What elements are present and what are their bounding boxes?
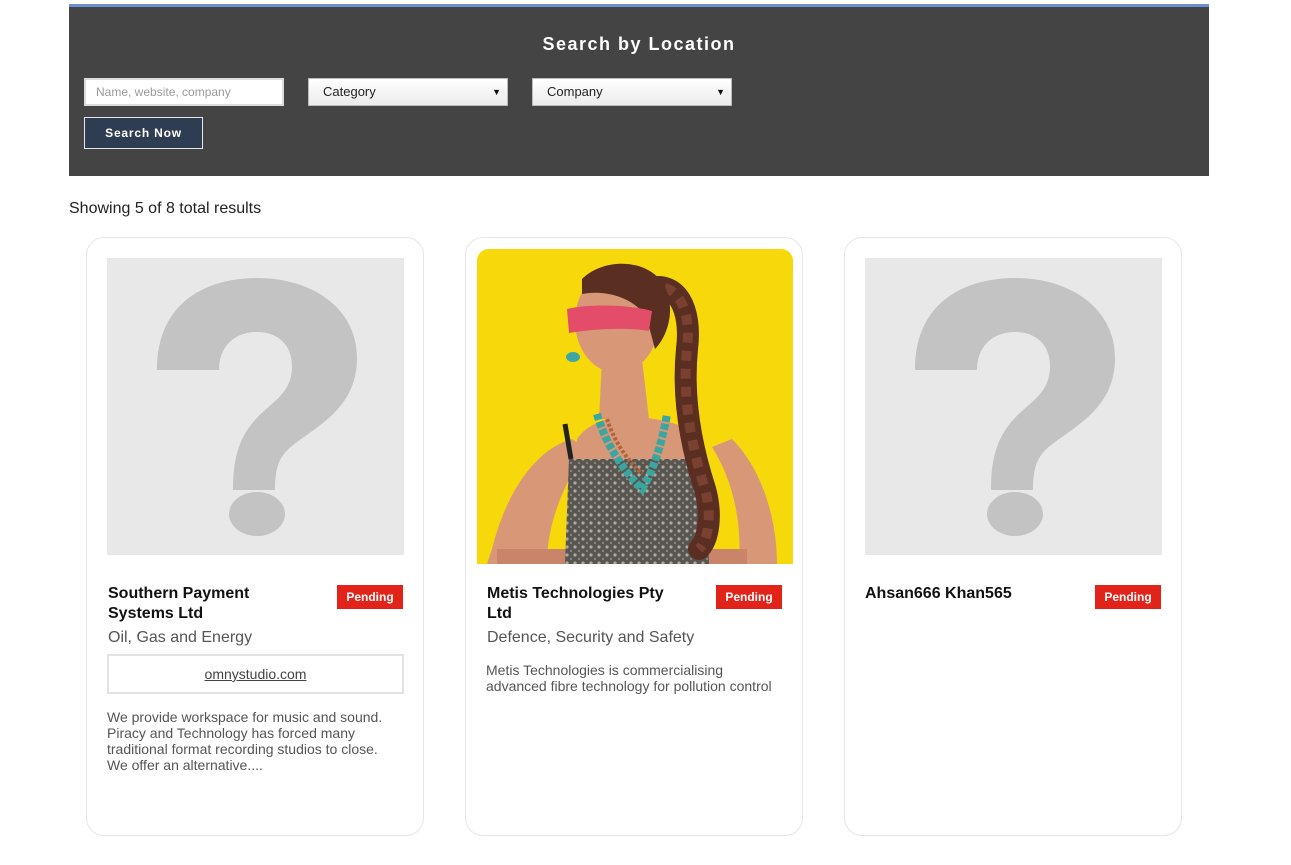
company-select[interactable]: Company ▼ [532,78,732,106]
placeholder-image [865,258,1162,555]
dropdown-arrow-icon: ▼ [716,87,725,97]
results-summary: Showing 5 of 8 total results [69,200,262,217]
question-mark-icon [157,278,357,536]
category-select[interactable]: Category ▼ [308,78,508,106]
website-box: omnystudio.com [107,654,404,694]
search-panel: Search by Location Category ▼ Company ▼ … [69,4,1209,176]
card-title[interactable]: Ahsan666 Khan565 [865,584,1085,604]
placeholder-image [107,258,404,555]
result-card[interactable]: Metis Technologies Pty Ltd Pending Defen… [465,237,803,836]
card-category: Defence, Security and Safety [487,629,695,646]
card-title[interactable]: Southern Payment Systems Ltd [108,584,308,624]
search-input[interactable] [84,78,284,106]
website-link[interactable]: omnystudio.com [205,666,307,682]
card-description: Metis Technologies is commercialising ad… [486,662,772,694]
woman-portrait-image [477,249,793,564]
result-card[interactable]: Southern Payment Systems Ltd Pending Oil… [86,237,424,836]
status-badge: Pending [337,585,403,609]
card-category: Oil, Gas and Energy [108,629,253,646]
status-badge: Pending [716,585,782,609]
profile-photo [477,249,793,564]
category-select-value: Category [323,84,376,99]
search-now-button[interactable]: Search Now [84,117,203,149]
search-title: Search by Location [542,34,736,54]
company-select-value: Company [547,84,603,99]
dropdown-arrow-icon: ▼ [492,87,501,97]
question-mark-icon [915,278,1115,536]
card-title[interactable]: Metis Technologies Pty Ltd [487,584,687,624]
status-badge: Pending [1095,585,1161,609]
card-description: We provide workspace for music and sound… [107,709,383,773]
result-card[interactable]: Ahsan666 Khan565 Pending [844,237,1182,836]
